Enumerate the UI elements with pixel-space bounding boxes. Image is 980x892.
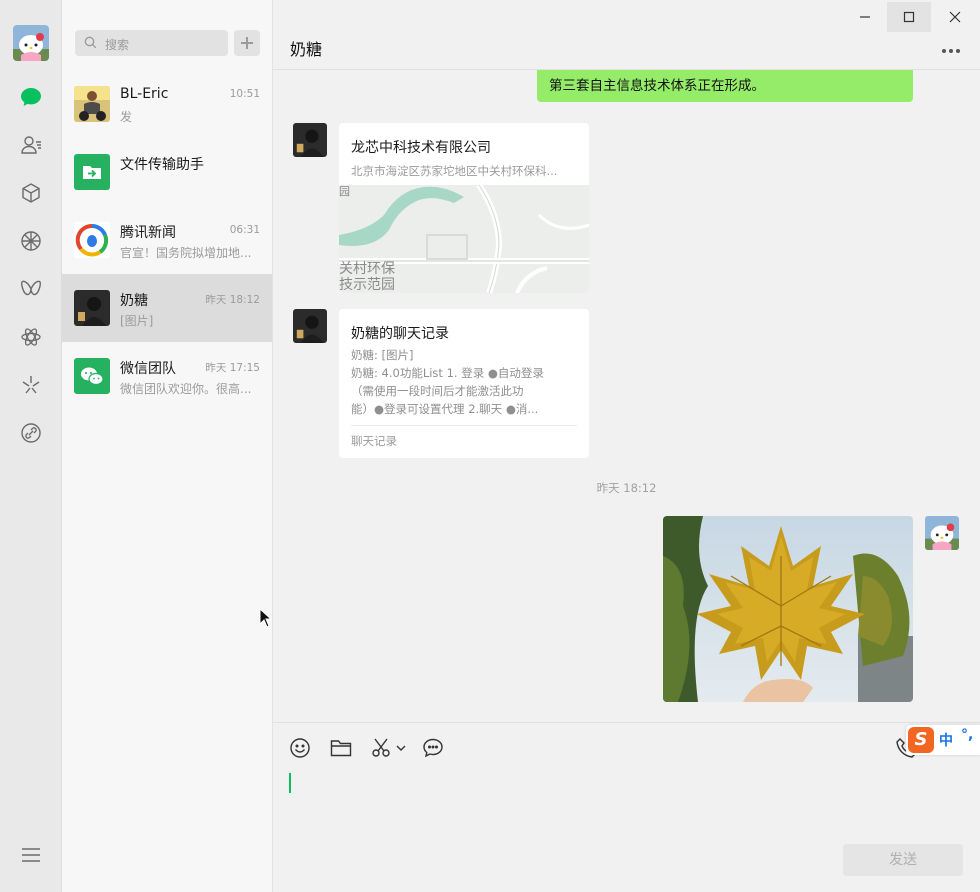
map-label: 园	[339, 185, 350, 198]
close-icon	[949, 11, 961, 23]
conversation-time: 06:31	[229, 224, 260, 236]
chat-record-line: 奶糖: 4.0功能List 1. 登录 ●自动登录	[351, 366, 544, 380]
chat-record-card[interactable]: 奶糖的聊天记录 奶糖: [图片] 奶糖: 4.0功能List 1. 登录 ●自动…	[339, 309, 589, 458]
conversation-time: 昨天 17:15	[205, 362, 260, 374]
maximize-icon	[903, 11, 915, 23]
conversation-preview: 微信团队欢迎你。很高...	[120, 382, 252, 396]
search-nav-icon[interactable]	[19, 373, 43, 397]
input-method-indicator[interactable]: S 中 °,	[906, 725, 980, 755]
wechat-team-icon	[74, 358, 110, 394]
file-transfer-icon	[74, 154, 110, 190]
chat-record-line: （需使用一段时间后才能激活此功	[351, 384, 524, 398]
chat-bubble-icon	[423, 738, 443, 758]
send-button[interactable]: 发送	[843, 844, 963, 876]
conversation-name: 腾讯新闻	[120, 225, 176, 241]
chat-record-line: 奶糖: [图片]	[351, 348, 414, 362]
links-nav-icon[interactable]	[19, 421, 43, 445]
mini-programs-nav-icon[interactable]	[19, 325, 43, 349]
conversation-item-tencent-news[interactable]: 腾讯新闻 06:31 官宣！国务院拟增加地...	[62, 206, 272, 274]
maximize-button[interactable]	[887, 2, 931, 32]
chat-header: 奶糖	[273, 0, 980, 70]
chat-record-line: 能）●登录可设置代理 2.聊天 ●消...	[351, 402, 539, 416]
chat-nav-icon[interactable]	[19, 85, 43, 109]
text-cursor	[289, 773, 291, 793]
search-input[interactable]: 搜索	[75, 30, 228, 56]
my-avatar[interactable]	[13, 25, 49, 61]
emoji-icon	[290, 738, 310, 758]
conversation-time: 昨天 18:12	[205, 294, 260, 306]
avatar	[74, 86, 110, 122]
location-title: 龙芯中科技术有限公司	[351, 140, 491, 156]
screenshot-options-button[interactable]	[394, 737, 408, 759]
conversation-item-wechat-team[interactable]: 微信团队 昨天 17:15 微信团队欢迎你。很高...	[62, 342, 272, 410]
conversation-name: 微信团队	[120, 361, 176, 377]
location-card[interactable]: 龙芯中科技术有限公司 北京市海淀区苏家坨地区中关村环保科... 园 关村环保 技…	[339, 123, 589, 293]
conversation-name: BL-Eric	[120, 86, 169, 102]
conversation-preview: 发	[120, 110, 133, 124]
add-button[interactable]	[234, 30, 260, 56]
map-label: 关村环保	[339, 261, 395, 277]
search-icon	[84, 36, 97, 49]
chat-title: 奶糖	[290, 40, 323, 59]
emoji-button[interactable]	[289, 737, 311, 759]
chat-history-button[interactable]	[422, 737, 444, 759]
sent-image[interactable]	[663, 516, 913, 702]
message-text: 第三套自主信息技术体系正在形成。	[549, 78, 765, 94]
folder-icon	[330, 740, 352, 757]
conversation-list: 搜索 BL-Eric 10:51 发 文件传输助手 腾讯新闻 06:31 官宣！…	[62, 0, 273, 892]
collections-nav-icon[interactable]	[19, 181, 43, 205]
conversation-item-bl-eric[interactable]: BL-Eric 10:51 发	[62, 70, 272, 138]
sent-text-bubble[interactable]: 第三套自主信息技术体系正在形成。	[537, 70, 913, 102]
sogou-icon: S	[908, 727, 934, 753]
minimize-icon	[860, 16, 870, 18]
tencent-news-icon	[74, 222, 110, 258]
chevron-down-icon	[396, 745, 406, 751]
scissors-icon	[372, 738, 390, 757]
message-list[interactable]: 第三套自主信息技术体系正在形成。 龙芯中科技术有限公司 北京市海淀区苏家坨地区中…	[273, 70, 980, 722]
channels-nav-icon[interactable]	[19, 277, 43, 301]
screenshot-button[interactable]	[370, 737, 392, 759]
file-button[interactable]	[330, 737, 352, 759]
minimize-button[interactable]	[843, 2, 887, 32]
my-message-avatar[interactable]	[925, 516, 959, 550]
close-button[interactable]	[933, 2, 977, 32]
conversation-preview: 官宣！国务院拟增加地...	[120, 246, 252, 260]
conversation-item-naitang[interactable]: 奶糖 昨天 18:12 [图片]	[62, 274, 272, 342]
message-composer: S 中 °, 发送	[273, 722, 980, 892]
conversation-name: 文件传输助手	[120, 157, 204, 173]
menu-icon[interactable]	[19, 843, 43, 867]
ime-punctuation-label: °,	[961, 727, 974, 743]
conversation-preview: [图片]	[120, 314, 154, 328]
chat-record-footer: 聊天记录	[351, 434, 397, 448]
contact-avatar[interactable]	[293, 123, 327, 157]
moments-nav-icon[interactable]	[19, 229, 43, 253]
nav-rail	[0, 0, 62, 892]
map-label: 技示范园	[339, 276, 395, 293]
chat-record-title: 奶糖的聊天记录	[351, 326, 449, 342]
contacts-nav-icon[interactable]	[19, 133, 43, 157]
chat-panel: 奶糖 第三套自主信息技术体系正在形成。 龙芯中科技术有限公司 北京市海淀区苏家坨…	[273, 0, 980, 892]
divider	[351, 425, 577, 426]
conversation-time: 10:51	[229, 88, 260, 100]
conversation-item-file-transfer[interactable]: 文件传输助手	[62, 138, 272, 206]
ime-mode-label: 中	[939, 733, 953, 749]
contact-avatar[interactable]	[293, 309, 327, 343]
mouse-cursor-icon	[259, 608, 273, 628]
location-map: 园 关村环保 技示范园	[339, 185, 589, 293]
more-icon	[942, 49, 960, 53]
conversation-name: 奶糖	[120, 293, 148, 309]
avatar	[74, 290, 110, 326]
search-placeholder: 搜索	[105, 38, 130, 52]
more-options-button[interactable]	[941, 46, 961, 54]
message-timestamp: 昨天 18:12	[596, 481, 657, 495]
location-address: 北京市海淀区苏家坨地区中关村环保科...	[351, 164, 558, 178]
